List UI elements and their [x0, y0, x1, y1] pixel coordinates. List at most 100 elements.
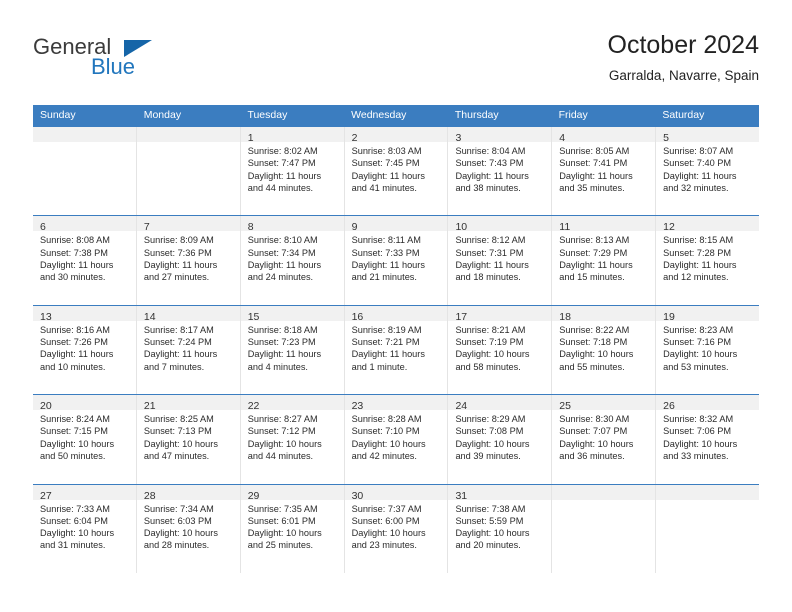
day-details: Sunrise: 8:32 AM Sunset: 7:06 PM Dayligh… [656, 410, 759, 462]
day-cell[interactable]: 3 Sunrise: 8:04 AM Sunset: 7:43 PM Dayli… [448, 127, 553, 216]
weekday-header-wednesday: Wednesday [351, 109, 407, 121]
day-number-band [136, 127, 240, 142]
sunrise-text: Sunrise: 8:12 AM [455, 235, 526, 246]
sunrise-text: Sunrise: 8:15 AM [663, 235, 734, 246]
daylight-text-line1: Daylight: 11 hours [559, 170, 633, 181]
day-details: Sunrise: 8:25 AM Sunset: 7:13 PM Dayligh… [137, 410, 240, 462]
day-cell[interactable]: 2 Sunrise: 8:03 AM Sunset: 7:45 PM Dayli… [344, 127, 449, 216]
daylight-text-line1: Daylight: 11 hours [247, 259, 322, 270]
day-cell[interactable]: 24 Sunrise: 8:29 AM Sunset: 7:08 PM Dayl… [448, 395, 553, 484]
logo-text-blue: Blue [91, 54, 136, 79]
day-cell[interactable]: 28 Sunrise: 7:34 AM Sunset: 6:03 PM Dayl… [136, 484, 241, 573]
day-cell[interactable]: 8 Sunrise: 8:10 AM Sunset: 7:34 PM Dayli… [240, 216, 345, 305]
day-cell[interactable]: 25 Sunrise: 8:30 AM Sunset: 7:07 PM Dayl… [552, 395, 657, 484]
sunset-text: Sunset: 6:04 PM [40, 515, 108, 526]
daylight-text-line1: Daylight: 10 hours [247, 438, 322, 449]
calendar-page: General Blue October 2024 Garralda, Nava… [0, 0, 792, 612]
day-details: Sunrise: 8:03 AM Sunset: 7:45 PM Dayligh… [345, 142, 448, 194]
day-details: Sunrise: 8:17 AM Sunset: 7:24 PM Dayligh… [137, 321, 240, 373]
weekday-header-tuesday: Tuesday [247, 109, 288, 121]
day-number: 13 [40, 310, 52, 323]
day-details: Sunrise: 8:23 AM Sunset: 7:16 PM Dayligh… [656, 321, 759, 373]
daylight-text-line1: Daylight: 11 hours [559, 259, 633, 270]
day-cell[interactable]: 10 Sunrise: 8:12 AM Sunset: 7:31 PM Dayl… [448, 216, 553, 305]
sunrise-text: Sunrise: 8:10 AM [247, 235, 318, 246]
day-details: Sunrise: 8:30 AM Sunset: 7:07 PM Dayligh… [552, 410, 655, 462]
day-number-band: 19 [656, 305, 760, 323]
day-cell[interactable]: 11 Sunrise: 8:13 AM Sunset: 7:29 PM Dayl… [552, 216, 657, 305]
day-number-band: 22 [240, 395, 344, 413]
day-cell[interactable]: 17 Sunrise: 8:21 AM Sunset: 7:19 PM Dayl… [448, 305, 553, 395]
day-cell[interactable]: 22 Sunrise: 8:27 AM Sunset: 7:12 PM Dayl… [240, 395, 345, 484]
daylight-text-line2: and 55 minutes. [559, 361, 625, 372]
daylight-text-line1: Daylight: 10 hours [351, 438, 426, 449]
day-details: Sunrise: 8:27 AM Sunset: 7:12 PM Dayligh… [241, 410, 344, 462]
daylight-text-line1: Daylight: 10 hours [40, 438, 115, 449]
day-number: 12 [663, 221, 675, 234]
day-cell[interactable] [33, 127, 137, 216]
day-cell[interactable]: 18 Sunrise: 8:22 AM Sunset: 7:18 PM Dayl… [552, 305, 657, 395]
daylight-text-line1: Daylight: 11 hours [247, 170, 322, 181]
sunset-text: Sunset: 7:33 PM [351, 247, 420, 258]
daylight-text-line2: and 42 minutes. [351, 451, 417, 462]
day-number-band: 8 [240, 216, 344, 234]
day-cell[interactable]: 31 Sunrise: 7:38 AM Sunset: 5:59 PM Dayl… [448, 484, 553, 573]
day-cell[interactable] [552, 484, 657, 573]
day-cell[interactable] [656, 484, 760, 573]
day-number-band: 9 [344, 216, 448, 233]
sunrise-text: Sunrise: 8:21 AM [455, 324, 526, 335]
day-number: 27 [40, 489, 52, 502]
day-number-band: 27 [33, 484, 136, 502]
day-cell[interactable]: 23 Sunrise: 8:28 AM Sunset: 7:10 PM Dayl… [344, 395, 449, 484]
day-number: 22 [247, 400, 260, 413]
day-number: 8 [247, 221, 254, 234]
day-details: Sunrise: 8:18 AM Sunset: 7:23 PM Dayligh… [241, 321, 344, 373]
daylight-text-line2: and 44 minutes. [247, 182, 314, 193]
day-number-band: 14 [136, 305, 240, 323]
daylight-text-line2: and 20 minutes. [455, 540, 521, 551]
daylight-text-line1: Daylight: 10 hours [663, 438, 738, 449]
day-cell[interactable]: 6 Sunrise: 8:08 AM Sunset: 7:38 PM Dayli… [33, 216, 137, 305]
day-number: 17 [455, 310, 468, 323]
sunset-text: Sunset: 7:15 PM [40, 426, 108, 437]
day-cell[interactable] [136, 127, 241, 216]
day-cell[interactable]: 16 Sunrise: 8:19 AM Sunset: 7:21 PM Dayl… [344, 305, 449, 395]
sunrise-text: Sunrise: 8:29 AM [455, 414, 526, 425]
day-cell[interactable]: 21 Sunrise: 8:25 AM Sunset: 7:13 PM Dayl… [136, 395, 241, 484]
day-cell[interactable]: 20 Sunrise: 8:24 AM Sunset: 7:15 PM Dayl… [33, 395, 137, 484]
daylight-text-line1: Daylight: 11 hours [455, 259, 529, 270]
day-cell[interactable]: 13 Sunrise: 8:16 AM Sunset: 7:26 PM Dayl… [33, 305, 137, 395]
day-cell[interactable]: 4 Sunrise: 8:05 AM Sunset: 7:41 PM Dayli… [552, 127, 657, 216]
sunset-text: Sunset: 7:29 PM [559, 247, 628, 258]
daylight-text-line2: and 32 minutes. [663, 182, 729, 193]
day-cell[interactable]: 1 Sunrise: 8:02 AM Sunset: 7:47 PM Dayli… [240, 127, 345, 216]
daylight-text-line1: Daylight: 10 hours [663, 349, 738, 360]
daylight-text-line2: and 31 minutes. [40, 540, 106, 551]
daylight-text-line2: and 35 minutes. [559, 182, 625, 193]
day-cell[interactable]: 26 Sunrise: 8:32 AM Sunset: 7:06 PM Dayl… [656, 395, 760, 483]
daylight-text-line2: and 53 minutes. [663, 361, 729, 372]
day-cell[interactable]: 30 Sunrise: 7:37 AM Sunset: 6:00 PM Dayl… [344, 484, 449, 573]
sunrise-text: Sunrise: 8:18 AM [247, 324, 318, 335]
day-cell[interactable]: 14 Sunrise: 8:17 AM Sunset: 7:24 PM Dayl… [136, 305, 241, 395]
day-cell[interactable]: 12 Sunrise: 8:15 AM Sunset: 7:28 PM Dayl… [656, 216, 760, 304]
sunrise-text: Sunrise: 8:24 AM [40, 414, 110, 425]
day-details: Sunrise: 8:21 AM Sunset: 7:19 PM Dayligh… [448, 321, 551, 373]
day-details [33, 142, 136, 145]
day-cell[interactable]: 29 Sunrise: 7:35 AM Sunset: 6:01 PM Dayl… [240, 484, 345, 573]
day-cell[interactable]: 19 Sunrise: 8:23 AM Sunset: 7:16 PM Dayl… [656, 305, 760, 394]
daylight-text-line1: Daylight: 11 hours [40, 349, 114, 360]
day-cell[interactable]: 5 Sunrise: 8:07 AM Sunset: 7:40 PM Dayli… [656, 127, 760, 215]
day-cell[interactable]: 9 Sunrise: 8:11 AM Sunset: 7:33 PM Dayli… [344, 216, 449, 305]
page-header: General Blue October 2024 Garralda, Nava… [33, 30, 759, 92]
day-cell[interactable]: 27 Sunrise: 7:33 AM Sunset: 6:04 PM Dayl… [33, 484, 137, 573]
sunrise-text: Sunrise: 7:34 AM [143, 503, 214, 514]
daylight-text-line1: Daylight: 10 hours [455, 438, 530, 449]
day-number-band: 23 [344, 395, 448, 412]
day-cell[interactable]: 7 Sunrise: 8:09 AM Sunset: 7:36 PM Dayli… [136, 216, 241, 305]
day-cell[interactable]: 15 Sunrise: 8:18 AM Sunset: 7:23 PM Dayl… [240, 305, 345, 395]
day-number-band: 21 [136, 395, 240, 412]
daylight-text-line2: and 24 minutes. [247, 272, 314, 283]
day-number: 3 [455, 132, 462, 144]
page-title: October 2024 [607, 31, 760, 59]
